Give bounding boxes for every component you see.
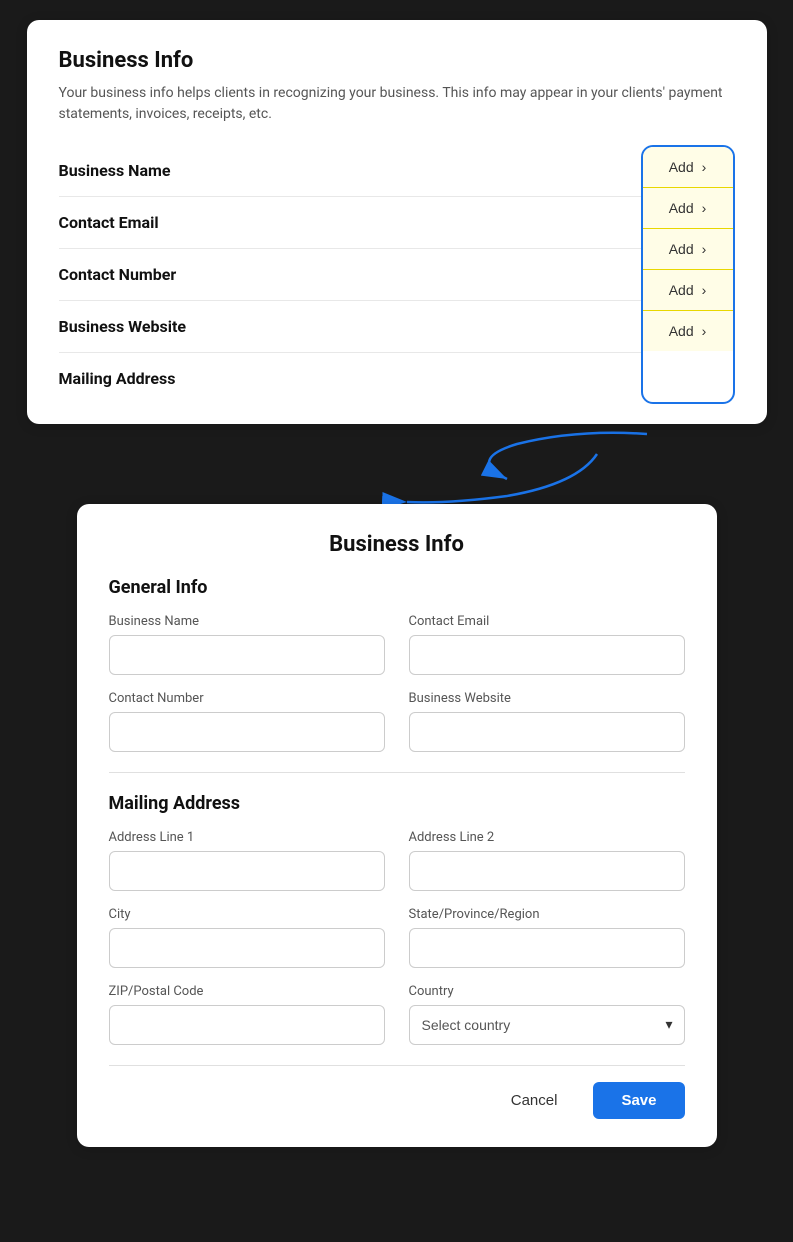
contact-number-field: Contact Number	[109, 691, 385, 752]
business-name-input[interactable]	[109, 635, 385, 675]
contact-email-input[interactable]	[409, 635, 685, 675]
country-field: Country Select country ▾	[409, 984, 685, 1045]
business-name-label: Business Name	[59, 161, 171, 180]
form-card-title: Business Info	[109, 532, 685, 557]
zip-field: ZIP/Postal Code	[109, 984, 385, 1045]
contact-number-label: Contact Number	[59, 265, 177, 284]
address-line1-field: Address Line 1	[109, 830, 385, 891]
country-select[interactable]: Select country	[409, 1005, 685, 1045]
country-select-wrapper: Select country ▾	[409, 1005, 685, 1045]
contact-email-field: Contact Email	[409, 614, 685, 675]
mailing-address-title: Mailing Address	[109, 793, 685, 814]
state-label: State/Province/Region	[409, 907, 685, 922]
add-buttons-group: Add › Add › Add › Add › Add ›	[641, 145, 735, 404]
business-website-field-label: Business Website	[409, 691, 685, 706]
business-website-input[interactable]	[409, 712, 685, 752]
chevron-right-icon-2: ›	[702, 241, 707, 257]
business-website-field: Business Website	[409, 691, 685, 752]
business-info-top-card: Business Info Your business info helps c…	[27, 20, 767, 424]
country-label: Country	[409, 984, 685, 999]
chevron-right-icon-4: ›	[702, 323, 707, 339]
contact-number-input[interactable]	[109, 712, 385, 752]
city-field: City	[109, 907, 385, 968]
add-mailing-address-button[interactable]: Add ›	[643, 311, 733, 351]
cancel-button[interactable]: Cancel	[487, 1082, 582, 1119]
general-info-title: General Info	[109, 577, 685, 598]
add-business-name-button[interactable]: Add ›	[643, 147, 733, 188]
address-line2-field: Address Line 2	[409, 830, 685, 891]
annotation-arrows	[27, 424, 767, 504]
mailing-address-section: Mailing Address Address Line 1 Address L…	[109, 793, 685, 1045]
address-line1-input[interactable]	[109, 851, 385, 891]
city-label: City	[109, 907, 385, 922]
add-label-4: Add	[669, 323, 694, 339]
mailing-address-grid: Address Line 1 Address Line 2 City State…	[109, 830, 685, 1045]
business-name-field: Business Name	[109, 614, 385, 675]
contact-number-field-label: Contact Number	[109, 691, 385, 706]
add-label-2: Add	[669, 241, 694, 257]
add-contact-email-button[interactable]: Add ›	[643, 188, 733, 229]
city-input[interactable]	[109, 928, 385, 968]
top-card-description: Your business info helps clients in reco…	[59, 83, 735, 125]
address-line1-label: Address Line 1	[109, 830, 385, 845]
add-label-1: Add	[669, 200, 694, 216]
form-actions: Cancel Save	[109, 1065, 685, 1119]
add-contact-number-button[interactable]: Add ›	[643, 229, 733, 270]
address-line2-label: Address Line 2	[409, 830, 685, 845]
business-info-form-card: Business Info General Info Business Name…	[77, 504, 717, 1147]
address-line2-input[interactable]	[409, 851, 685, 891]
business-website-label: Business Website	[59, 317, 187, 336]
business-name-field-label: Business Name	[109, 614, 385, 629]
top-card-title: Business Info	[59, 48, 735, 73]
add-business-website-button[interactable]: Add ›	[643, 270, 733, 311]
general-info-section: General Info Business Name Contact Email…	[109, 577, 685, 752]
add-label-0: Add	[669, 159, 694, 175]
contact-email-field-label: Contact Email	[409, 614, 685, 629]
zip-label: ZIP/Postal Code	[109, 984, 385, 999]
zip-input[interactable]	[109, 1005, 385, 1045]
mailing-address-label: Mailing Address	[59, 369, 176, 388]
general-info-grid: Business Name Contact Email Contact Numb…	[109, 614, 685, 752]
state-field: State/Province/Region	[409, 907, 685, 968]
save-button[interactable]: Save	[593, 1082, 684, 1119]
state-input[interactable]	[409, 928, 685, 968]
chevron-right-icon-1: ›	[702, 200, 707, 216]
add-label-3: Add	[669, 282, 694, 298]
chevron-right-icon-0: ›	[702, 159, 707, 175]
section-divider	[109, 772, 685, 773]
contact-email-label: Contact Email	[59, 213, 159, 232]
chevron-right-icon-3: ›	[702, 282, 707, 298]
